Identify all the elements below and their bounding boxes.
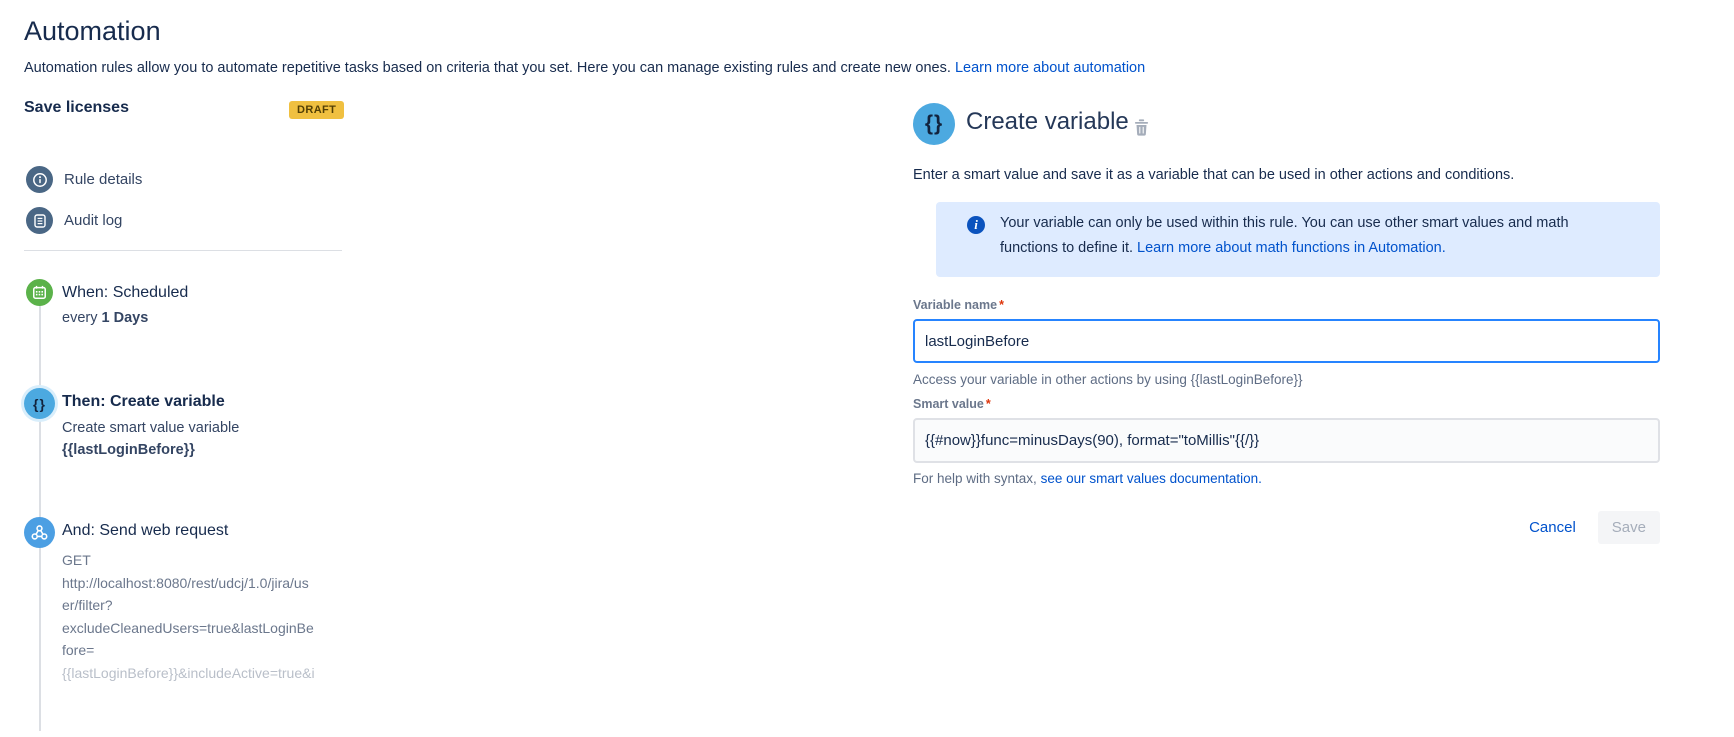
calendar-icon	[26, 279, 53, 306]
variable-name-label: Variable name*	[913, 298, 1004, 312]
sidebar-item-audit-log[interactable]: Audit log	[26, 207, 122, 234]
request-url-line-faded: {{lastLoginBefore}}&includeActive=true&i	[62, 662, 315, 685]
request-url-line: er/filter?	[62, 594, 315, 617]
required-mark: *	[986, 397, 991, 411]
sidebar-item-label: Rule details	[64, 171, 142, 188]
info-icon: i	[967, 216, 985, 234]
info-banner-text: Your variable can only be used within th…	[1000, 211, 1569, 261]
request-url-line: http://localhost:8080/rest/udcj/1.0/jira…	[62, 572, 315, 595]
braces-glyph: {}	[925, 112, 943, 136]
webhook-icon	[24, 517, 55, 548]
when-detail-prefix: every	[62, 310, 97, 326]
editor-footer: Cancel Save	[1525, 511, 1660, 544]
smart-value-input[interactable]	[913, 418, 1660, 463]
chain-item-when-detail: every 1 Days	[62, 310, 148, 326]
delete-component-button[interactable]	[1134, 119, 1149, 141]
braces-glyph: {}	[33, 396, 46, 412]
request-method: GET	[62, 549, 315, 572]
editor-description: Enter a smart value and save it as a var…	[913, 167, 1514, 183]
request-url-line: fore=	[62, 639, 315, 662]
divider	[24, 250, 342, 251]
page-description-text: Automation rules allow you to automate r…	[24, 60, 951, 76]
required-mark: *	[999, 298, 1004, 312]
status-badge: DRAFT	[289, 101, 344, 119]
variable-name-helper: Access your variable in other actions by…	[913, 372, 1303, 387]
chain-item-and-detail: GET http://localhost:8080/rest/udcj/1.0/…	[62, 549, 315, 684]
editor-title: Create variable	[966, 108, 1129, 136]
info-banner: i Your variable can only be used within …	[936, 202, 1660, 277]
create-variable-icon: {}	[913, 103, 955, 145]
smart-value-label: Smart value*	[913, 397, 991, 411]
variable-name-input[interactable]	[913, 319, 1660, 363]
sidebar-item-label: Audit log	[64, 212, 122, 229]
audit-log-icon	[26, 207, 53, 234]
smart-value-helper: For help with syntax, see our smart valu…	[913, 471, 1262, 486]
chain-item-then-title[interactable]: Then: Create variable	[62, 393, 225, 411]
save-button[interactable]: Save	[1598, 511, 1660, 544]
info-glyph: i	[974, 217, 978, 233]
chain-item-then-variable: {{lastLoginBefore}}	[62, 442, 195, 458]
info-banner-line2: functions to define it.	[1000, 240, 1133, 256]
chain-item-and-title[interactable]: And: Send web request	[62, 522, 228, 540]
page-title: Automation	[24, 16, 161, 47]
chain-item-then-detail: Create smart value variable	[62, 420, 239, 436]
math-functions-link[interactable]: Learn more about math functions in Autom…	[1137, 240, 1446, 256]
braces-icon: {}	[24, 388, 55, 419]
page-description: Automation rules allow you to automate r…	[24, 60, 1145, 76]
when-detail-value: 1 Days	[102, 310, 149, 326]
chain-item-when-title[interactable]: When: Scheduled	[62, 284, 188, 302]
automation-page: Automation Automation rules allow you to…	[0, 0, 1734, 737]
info-icon	[26, 166, 53, 193]
sidebar-item-rule-details[interactable]: Rule details	[26, 166, 142, 193]
learn-more-automation-link[interactable]: Learn more about automation	[955, 60, 1145, 76]
rule-name: Save licenses	[24, 99, 129, 117]
request-url-line: excludeCleanedUsers=true&lastLoginBe	[62, 617, 315, 640]
smart-values-docs-link[interactable]: see our smart values documentation.	[1041, 471, 1262, 486]
cancel-button[interactable]: Cancel	[1525, 513, 1580, 542]
info-banner-line1: Your variable can only be used within th…	[1000, 211, 1569, 236]
